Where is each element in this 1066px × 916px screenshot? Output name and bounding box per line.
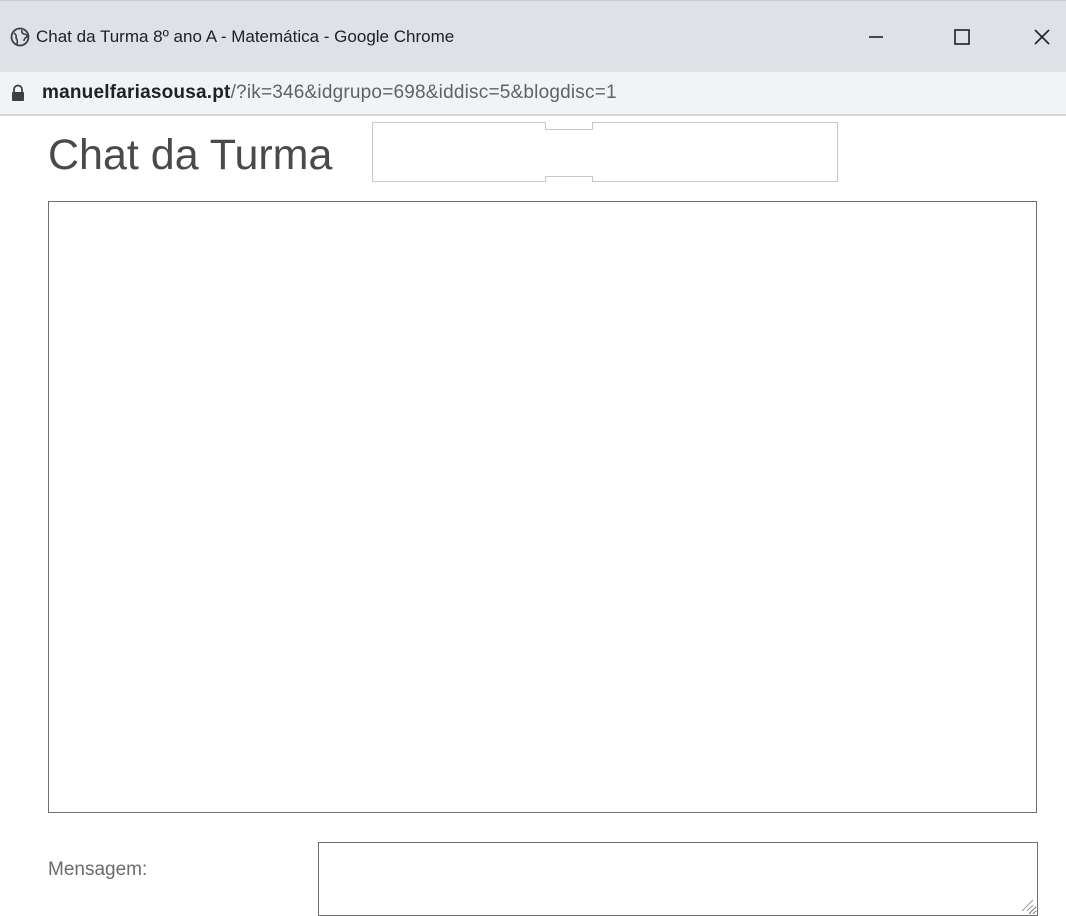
globe-icon — [10, 27, 30, 47]
maximize-button[interactable] — [942, 19, 982, 55]
window-title: Chat da Turma 8º ano A - Matemática - Go… — [36, 27, 455, 46]
redaction-notch-bottom — [545, 176, 593, 182]
maximize-icon — [954, 29, 970, 45]
url-domain: manuelfariasousa.pt — [42, 82, 231, 103]
redaction-box — [372, 122, 838, 182]
chat-messages-area[interactable] — [48, 201, 1037, 813]
lock-icon — [12, 84, 24, 101]
minimize-button[interactable] — [856, 19, 896, 55]
address-bar[interactable]: manuelfariasousa.pt/?ik=346&idgrupo=698&… — [0, 72, 1066, 116]
close-icon — [1034, 29, 1050, 45]
close-button[interactable] — [1022, 19, 1062, 55]
url-path: /?ik=346&idgrupo=698&iddisc=5&blogdisc=1 — [230, 82, 617, 103]
page-title: Chat da Turma — [48, 131, 333, 179]
resize-grip-icon[interactable] — [1018, 896, 1034, 912]
redaction-notch-top — [545, 122, 593, 130]
browser-titlebar: Chat da Turma 8º ano A - Matemática - Go… — [0, 0, 1066, 72]
minimize-icon — [869, 36, 883, 38]
url-text[interactable]: manuelfariasousa.pt/?ik=346&idgrupo=698&… — [42, 82, 617, 104]
message-input[interactable] — [318, 842, 1038, 916]
message-label: Mensagem: — [48, 859, 148, 880]
